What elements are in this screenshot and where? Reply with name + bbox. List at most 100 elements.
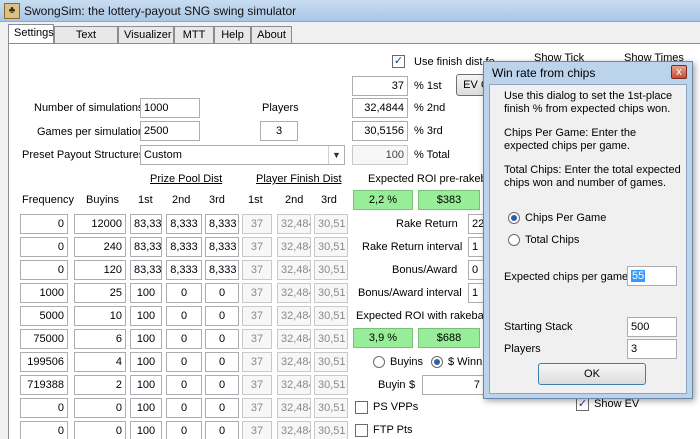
bonus-label: Bonus/Award — [392, 264, 458, 276]
prize-2nd-input[interactable]: 0 — [166, 329, 202, 349]
buyins-input[interactable]: 10 — [74, 306, 126, 326]
roi-with-amount: $688 — [418, 328, 480, 348]
frequency-input[interactable]: 0 — [20, 237, 68, 257]
close-icon[interactable]: x — [671, 65, 687, 79]
prize-1st-input[interactable]: 100 — [130, 329, 162, 349]
prize-3rd-input[interactable]: 0 — [205, 421, 239, 439]
prize-3rd-input[interactable]: 8,333 — [205, 214, 239, 234]
finish-2nd-field: 32,484 — [277, 214, 311, 234]
buyins-input[interactable]: 0 — [74, 398, 126, 418]
dialog-total-help: Total Chips: Enter the total expected ch… — [504, 164, 681, 189]
buyins-input[interactable]: 2 — [74, 375, 126, 395]
frequency-input[interactable]: 5000 — [20, 306, 68, 326]
prize-2nd-input[interactable]: 0 — [166, 421, 202, 439]
num-sims-input[interactable]: 1000 — [140, 98, 200, 118]
tab-settings[interactable]: Settings — [8, 24, 54, 45]
buyins-input[interactable]: 6 — [74, 329, 126, 349]
prize-3rd-input[interactable]: 0 — [205, 306, 239, 326]
prize-1st-input[interactable]: 100 — [130, 398, 162, 418]
pct-total-field: 100 — [352, 145, 408, 165]
finish-3rd-field: 30,51 — [314, 283, 348, 303]
expected-chips-input[interactable]: 55 — [627, 266, 677, 286]
prize-2nd-input[interactable]: 0 — [166, 283, 202, 303]
prize-1st-input[interactable]: 100 — [130, 421, 162, 439]
frequency-input[interactable]: 0 — [20, 260, 68, 280]
buyins-input[interactable]: 0 — [74, 421, 126, 439]
tab-text-output[interactable]: Text Output — [54, 26, 118, 57]
tab-visualizer[interactable]: Visualizer — [118, 26, 174, 44]
buyins-input[interactable]: 120 — [74, 260, 126, 280]
prize-3rd-input[interactable]: 8,333 — [205, 237, 239, 257]
prize-1st-input[interactable]: 100 — [130, 283, 162, 303]
prize-3rd-input[interactable]: 0 — [205, 398, 239, 418]
frequency-input[interactable]: 0 — [20, 214, 68, 234]
frequency-input[interactable]: 0 — [20, 421, 68, 439]
finish-3rd-field: 30,51 — [314, 306, 348, 326]
tab-mtt[interactable]: MTT — [174, 26, 214, 44]
pct-2nd-label: % 2nd — [414, 102, 446, 114]
prize-3rd-input[interactable]: 0 — [205, 329, 239, 349]
winnings-radio[interactable] — [431, 356, 443, 368]
frequency-input[interactable]: 719388 — [20, 375, 68, 395]
games-per-sim-input[interactable]: 2500 — [140, 121, 200, 141]
frequency-input[interactable]: 1000 — [20, 283, 68, 303]
use-finish-dist-checkbox[interactable]: ✓ — [392, 55, 405, 68]
pct-3rd-input[interactable]: 30,5156 — [352, 121, 408, 141]
players-input[interactable]: 3 — [260, 121, 298, 141]
prize-2nd-input[interactable]: 0 — [166, 306, 202, 326]
prize-2nd-input[interactable]: 0 — [166, 375, 202, 395]
buyins-radio[interactable] — [373, 356, 385, 368]
finish-1st-field: 37 — [242, 237, 272, 257]
prize-3rd-input[interactable]: 8,333 — [205, 260, 239, 280]
pct-1st-input[interactable]: 37 — [352, 76, 408, 96]
finish-1st-field: 37 — [242, 375, 272, 395]
frequency-input[interactable]: 0 — [20, 398, 68, 418]
preset-label: Preset Payout Structures — [22, 149, 145, 161]
col-pf-1st: 1st — [248, 194, 263, 206]
ftp-pts-checkbox[interactable] — [355, 424, 368, 437]
preset-select[interactable]: Custom ▼ — [140, 145, 345, 165]
prize-1st-input[interactable]: 100 — [130, 352, 162, 372]
tab-help[interactable]: Help — [214, 26, 251, 44]
prize-2nd-input[interactable]: 8,333 — [166, 214, 202, 234]
rake-return-interval-label: Rake Return interval — [362, 241, 463, 253]
prize-1st-input[interactable]: 83,33 — [130, 237, 162, 257]
prize-2nd-input[interactable]: 0 — [166, 352, 202, 372]
prize-3rd-input[interactable]: 0 — [205, 283, 239, 303]
buyins-input[interactable]: 240 — [74, 237, 126, 257]
finish-3rd-field: 30,51 — [314, 375, 348, 395]
prize-1st-input[interactable]: 100 — [130, 375, 162, 395]
pct-1st-label: % 1st — [414, 80, 442, 92]
rake-return-label: Rake Return — [396, 218, 458, 230]
total-chips-label: Total Chips — [525, 234, 580, 246]
dialog-players-input[interactable]: 3 — [627, 339, 677, 359]
buyins-input[interactable]: 12000 — [74, 214, 126, 234]
prize-1st-input[interactable]: 83,33 — [130, 260, 162, 280]
dialog-players-label: Players — [504, 343, 541, 355]
prize-1st-input[interactable]: 100 — [130, 306, 162, 326]
prize-3rd-input[interactable]: 0 — [205, 375, 239, 395]
prize-2nd-input[interactable]: 8,333 — [166, 237, 202, 257]
prize-3rd-input[interactable]: 0 — [205, 352, 239, 372]
chips-per-game-label: Chips Per Game — [525, 212, 607, 224]
buyins-input[interactable]: 4 — [74, 352, 126, 372]
total-chips-radio[interactable] — [508, 234, 520, 246]
frequency-input[interactable]: 75000 — [20, 329, 68, 349]
buyin-input[interactable]: 7 — [422, 375, 484, 395]
prize-2nd-input[interactable]: 8,333 — [166, 260, 202, 280]
prize-1st-input[interactable]: 83,33 — [130, 214, 162, 234]
frequency-input[interactable]: 199506 — [20, 352, 68, 372]
prize-2nd-input[interactable]: 0 — [166, 398, 202, 418]
ok-button[interactable]: OK — [538, 363, 646, 385]
starting-stack-input[interactable]: 500 — [627, 317, 677, 337]
ps-vpps-checkbox[interactable] — [355, 401, 368, 414]
show-ev-checkbox[interactable]: ✓ — [576, 398, 589, 411]
col-pp-2nd: 2nd — [172, 194, 191, 206]
finish-1st-field: 37 — [242, 421, 272, 439]
buyins-input[interactable]: 25 — [74, 283, 126, 303]
ftp-pts-label: FTP Pts — [373, 424, 413, 436]
tab-about[interactable]: About — [251, 26, 292, 44]
finish-2nd-field: 32,484 — [277, 283, 311, 303]
pct-2nd-input[interactable]: 32,4844 — [352, 98, 408, 118]
chips-per-game-radio[interactable] — [508, 212, 520, 224]
